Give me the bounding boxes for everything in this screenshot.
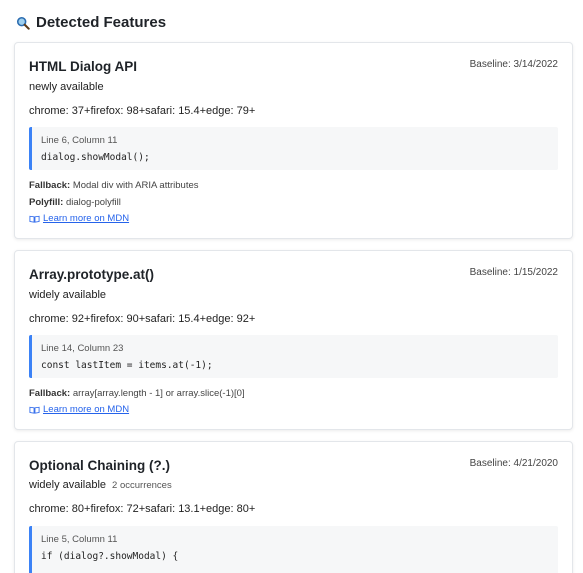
code-line: if (dialog?.showModal) { (41, 551, 179, 562)
fallback-value: Modal div with ARIA attributes (72, 180, 199, 191)
feature-card-array-at: Array.prototype.at() Baseline: 1/15/2022… (14, 250, 573, 430)
fallback-label: Fallback: (29, 388, 71, 399)
feature-card-optional-chaining: Optional Chaining (?.) Baseline: 4/21/20… (14, 441, 573, 573)
occurrence-count: 2 occurrences (112, 480, 172, 491)
section-header: Detected Features (16, 14, 166, 31)
code-snippet: Line 5, Column 11 if (dialog?.showModal)… (29, 526, 558, 573)
code-line: dialog.showModal(); (41, 152, 150, 163)
book-icon (29, 406, 40, 414)
feature-status: widely available 2 occurrences (29, 479, 172, 491)
page: Detected Features HTML Dialog API Baseli… (0, 0, 583, 573)
code-location: Line 14, Column 23 (41, 343, 124, 354)
browser-support: chrome: 92+firefox: 90+safari: 15.4+edge… (29, 313, 256, 325)
feature-card-dialog: HTML Dialog API Baseline: 3/14/2022 newl… (14, 42, 573, 239)
browser-support: chrome: 80+firefox: 72+safari: 13.1+edge… (29, 503, 256, 515)
browser-support: chrome: 37+firefox: 98+safari: 15.4+edge… (29, 105, 256, 117)
mdn-link[interactable]: Learn more on MDN (29, 213, 129, 224)
baseline-date: Baseline: 1/15/2022 (469, 267, 558, 278)
status-label: newly available (29, 81, 104, 93)
code-snippet: Line 6, Column 11 dialog.showModal(); (29, 127, 558, 170)
status-label: widely available (29, 289, 107, 301)
mdn-link-label: Learn more on MDN (43, 213, 130, 224)
fallback-label: Fallback: (29, 180, 71, 191)
mdn-link[interactable]: Learn more on MDN (29, 404, 129, 415)
fallback-value: array[array.length - 1] or array.slice(-… (72, 388, 245, 399)
feature-status: widely available (29, 289, 106, 301)
book-icon (29, 215, 40, 223)
magnifier-icon (16, 16, 30, 30)
feature-name: Optional Chaining (?.) (29, 458, 170, 473)
feature-name: Array.prototype.at() (29, 267, 155, 282)
code-snippet: Line 14, Column 23 const lastItem = item… (29, 335, 558, 378)
code-location: Line 6, Column 11 (41, 135, 118, 146)
section-title: Detected Features (36, 14, 167, 31)
fallback-text: Fallback: array[array.length - 1] or arr… (29, 388, 245, 399)
code-line: const lastItem = items.at(-1); (41, 360, 213, 371)
baseline-date: Baseline: 3/14/2022 (469, 59, 558, 70)
baseline-date: Baseline: 4/21/2020 (469, 458, 558, 469)
feature-status: newly available (29, 81, 104, 93)
mdn-link-label: Learn more on MDN (43, 404, 130, 415)
polyfill-value: dialog-polyfill (65, 197, 121, 208)
polyfill-label: Polyfill: (29, 197, 64, 208)
feature-name: HTML Dialog API (29, 59, 137, 74)
fallback-text: Fallback: Modal div with ARIA attributes (29, 180, 199, 191)
status-label: widely available (29, 479, 107, 491)
code-location: Line 5, Column 11 (41, 534, 118, 545)
polyfill-text: Polyfill: dialog-polyfill (29, 197, 121, 208)
